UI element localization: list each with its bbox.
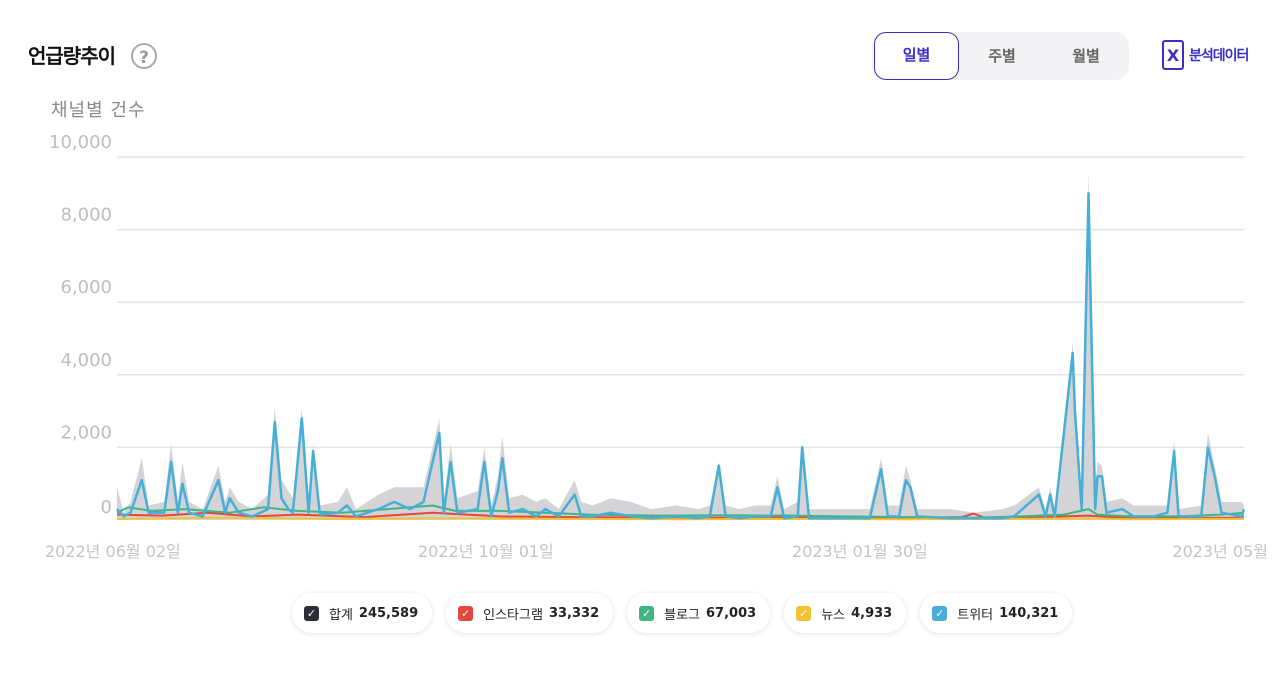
- checkbox-icon: ✓: [304, 605, 319, 621]
- mention-trend-chart: 10,000 8,000 6,000 4,000 2,000 0 2022년 06월 02일…: [45, 132, 1268, 561]
- legend-instagram[interactable]: ✓ 인스타그램 33,332: [446, 593, 614, 633]
- x-tick-label: 2022년 06월 02일: [45, 542, 181, 561]
- y-tick-label: 4,000: [60, 350, 112, 371]
- legend-name: 트위터: [957, 607, 994, 623]
- legend-name: 합계: [329, 607, 353, 623]
- checkbox-icon: ✓: [932, 605, 948, 621]
- x-tick-label: 2023년 05월: [1172, 542, 1268, 561]
- checkbox-icon: ✓: [796, 605, 812, 621]
- y-tick-label: 2,000: [60, 422, 112, 443]
- legend-value: 33,332: [548, 605, 600, 621]
- y-tick-label: 6,000: [60, 277, 112, 298]
- legend-value: 4,933: [851, 605, 893, 621]
- chart-legend: ✓ 합계 245,589 ✓ 인스타그램 33,332 ✓ 블로그 67,003…: [292, 593, 1073, 633]
- legend-name: 뉴스: [821, 607, 846, 623]
- legend-value: 67,003: [706, 605, 757, 621]
- series-area-total: [117, 171, 1244, 520]
- legend-value: 245,589: [358, 605, 419, 621]
- x-tick-label: 2023년 01월 30일: [792, 542, 928, 561]
- checkbox-icon: ✓: [458, 605, 474, 621]
- y-tick-label: 8,000: [60, 205, 112, 226]
- legend-total[interactable]: ✓ 합계 245,589: [292, 593, 433, 633]
- legend-news[interactable]: ✓ 뉴스 4,933: [784, 593, 907, 633]
- legend-twitter[interactable]: ✓ 트위터 140,321: [920, 593, 1073, 633]
- legend-value: 140,321: [999, 605, 1059, 621]
- legend-name: 인스타그램: [483, 607, 543, 623]
- legend-name: 블로그: [664, 607, 701, 623]
- y-tick-label: 10,000: [49, 132, 112, 153]
- checkbox-icon: ✓: [639, 605, 655, 621]
- x-tick-label: 2022년 10월 01일: [418, 542, 554, 561]
- legend-blog[interactable]: ✓ 블로그 67,003: [627, 593, 771, 633]
- y-tick-label: 0: [101, 497, 112, 518]
